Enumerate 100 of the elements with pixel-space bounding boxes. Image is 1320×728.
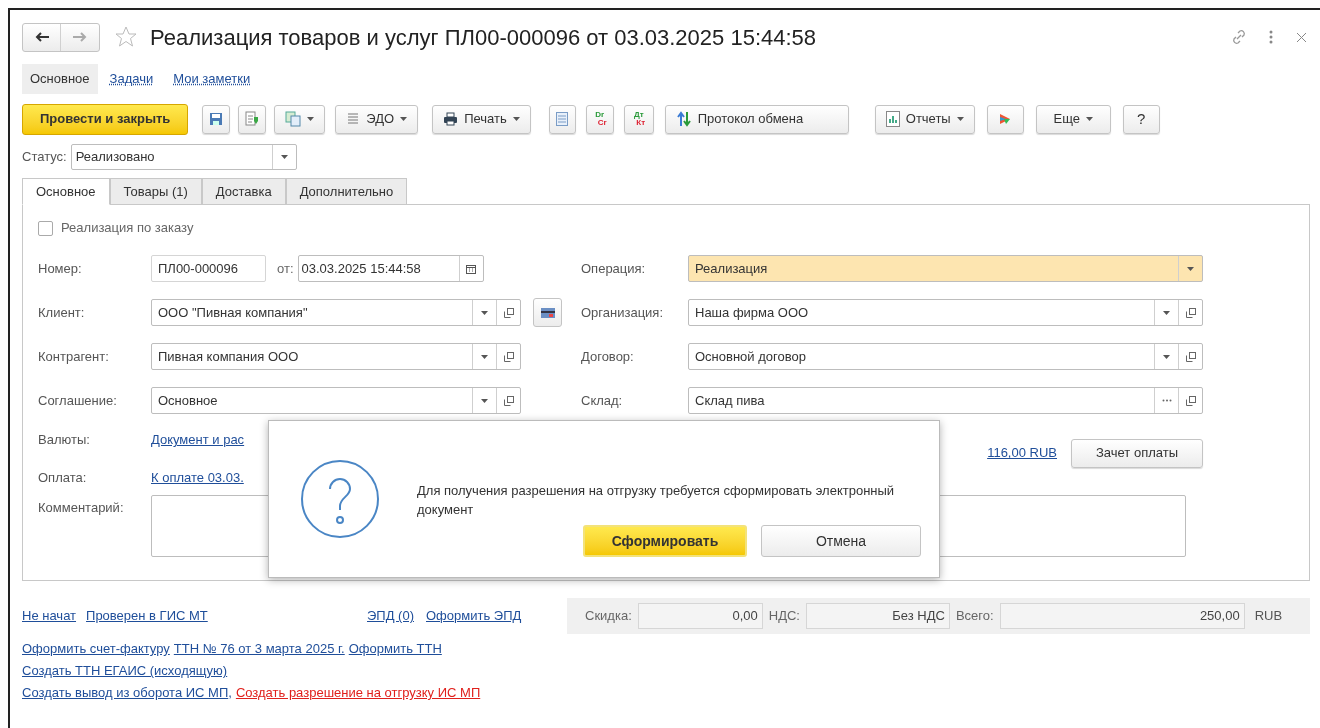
select-field[interactable]: ООО "Пивная компания" xyxy=(151,299,521,326)
open-icon xyxy=(503,395,514,406)
action-link[interactable]: Создать ТТН ЕГАИС (исходящую) xyxy=(22,662,228,679)
field-label: Организация: xyxy=(581,303,665,322)
field-value: 03.03.2025 15:44:58 xyxy=(300,259,422,278)
number-field[interactable]: ПЛ00-000096 xyxy=(151,255,266,282)
select-field[interactable]: Склад пива xyxy=(688,387,1203,414)
list-button[interactable] xyxy=(548,104,576,134)
card-icon xyxy=(540,307,555,318)
caret-icon xyxy=(956,117,964,121)
caret-icon xyxy=(481,354,488,359)
select-field[interactable]: Пивная компания ООО xyxy=(151,343,521,370)
nav-tab[interactable]: Мои заметки xyxy=(165,64,259,94)
dialog-message: Для получения разрешения на отгрузку требуется сформировать электронный документ xyxy=(417,482,896,519)
checkbox[interactable] xyxy=(38,220,53,236)
form-tab[interactable]: Доставка xyxy=(201,178,286,205)
caret-icon xyxy=(512,117,520,121)
select-field[interactable]: Реализация xyxy=(688,255,1203,282)
list-icon xyxy=(556,112,569,126)
help-button[interactable]: ? xyxy=(1122,104,1160,134)
card-button[interactable] xyxy=(533,298,562,327)
checkbox-label: Реализация по заказу xyxy=(61,219,194,238)
field-value: ООО "Пивная компания" xyxy=(157,303,309,322)
print-button[interactable]: Печать xyxy=(432,104,531,134)
status-field[interactable]: Реализовано xyxy=(70,144,297,170)
field-value: Склад пива xyxy=(694,391,766,410)
field-value: ПЛ00-000096 xyxy=(158,259,239,278)
payment-link[interactable]: К оплате 03.03. xyxy=(151,468,244,488)
more-vertical-icon[interactable] xyxy=(1269,30,1273,44)
launch-button[interactable] xyxy=(986,104,1024,134)
field-label: Операция: xyxy=(581,259,647,278)
dr-cr-icon: Dr Cr xyxy=(592,111,607,127)
open-icon xyxy=(1185,307,1196,318)
status-link[interactable]: Проверен в ГИС МТ xyxy=(86,606,208,626)
action-link[interactable]: Оформить ТТН xyxy=(348,640,442,657)
form-tab[interactable]: Товары (1) xyxy=(109,178,202,205)
offset-payment-button[interactable]: Зачет оплаты xyxy=(1071,438,1203,468)
create-based-button[interactable] xyxy=(274,104,326,134)
calendar-icon xyxy=(466,263,476,274)
field-value: Основной договор xyxy=(694,347,807,366)
total-label: Всего: xyxy=(955,607,994,626)
action-link[interactable]: ТТН № 76 от 3 марта 2025 г. xyxy=(173,640,345,657)
total-label: НДС: xyxy=(768,607,800,626)
caret-icon xyxy=(1163,354,1170,359)
status-link[interactable]: Не начат xyxy=(22,606,77,626)
field-value: Реализовано xyxy=(74,148,156,167)
form-tab[interactable]: Дополнительно xyxy=(285,178,408,205)
dt-kt-button[interactable]: Дт Кт xyxy=(623,104,654,134)
link-icon[interactable] xyxy=(1231,29,1247,45)
close-icon[interactable] xyxy=(1297,32,1306,42)
currency-label: RUB xyxy=(1254,607,1283,626)
epd-link[interactable]: Оформить ЭПД xyxy=(426,606,522,626)
nav-tab[interactable]: Задачи xyxy=(101,64,162,94)
amount-link[interactable]: 116,00 RUB xyxy=(987,443,1057,463)
field-value: Наша фирма ООО xyxy=(694,303,810,322)
total-value: Без НДС xyxy=(892,607,945,626)
field-value: Основное xyxy=(157,391,219,410)
field-label: Контрагент: xyxy=(38,347,110,366)
dialog-button[interactable]: Сформировать xyxy=(583,525,747,557)
save-button[interactable] xyxy=(202,104,231,134)
field-value: Реализация xyxy=(694,259,769,278)
reports-button[interactable]: Отчеты xyxy=(874,104,975,134)
select-field[interactable]: Основной договор xyxy=(688,343,1203,370)
window-title: Реализация товаров и услуг ПЛ00-000096 от 03.03.2025 15:44:58 xyxy=(150,23,817,52)
open-icon xyxy=(1185,351,1196,362)
open-icon xyxy=(503,351,514,362)
total-label: Скидка: xyxy=(585,607,632,626)
dr-cr-button[interactable]: Dr Cr xyxy=(585,104,614,134)
field-label: Валюты: xyxy=(38,431,91,450)
currencies-link[interactable]: Документ и рас xyxy=(151,430,245,450)
dt-kt-icon: Дт Кт xyxy=(632,111,646,127)
dialog-button[interactable]: Отмена xyxy=(761,525,921,557)
save-icon xyxy=(209,112,224,126)
caret-icon xyxy=(280,155,288,159)
more-button[interactable]: Еще xyxy=(1035,104,1111,134)
document-arrow-icon xyxy=(244,111,261,127)
field-value: Пивная компания ООО xyxy=(157,347,300,366)
ellipsis-icon xyxy=(1161,399,1172,402)
star-icon[interactable] xyxy=(114,25,138,49)
comma: , xyxy=(228,684,232,701)
total-value: 250,00 xyxy=(1199,607,1240,626)
post-and-close-button[interactable]: Провести и закрыть xyxy=(22,103,189,135)
select-field[interactable]: Наша фирма ООО xyxy=(688,299,1203,326)
field-label: Номер: xyxy=(38,259,83,278)
action-link[interactable]: Создать разрешение на отгрузку ИС МП xyxy=(235,684,481,701)
triangles-icon xyxy=(998,112,1013,126)
select-field[interactable]: Основное xyxy=(151,387,521,414)
status-label: Статус: xyxy=(22,148,67,167)
up-down-arrows-icon xyxy=(675,111,692,127)
document-button[interactable] xyxy=(238,104,267,134)
exchange-log-button[interactable]: Протокол обмена xyxy=(664,104,849,134)
edo-button[interactable]: ЭДО xyxy=(335,104,419,134)
caret-icon xyxy=(481,398,488,403)
nav-tab[interactable]: Основное xyxy=(22,64,98,94)
caret-icon xyxy=(400,117,408,121)
caret-icon xyxy=(1085,117,1093,121)
form-tab[interactable]: Основное xyxy=(22,178,110,205)
date-field[interactable]: 03.03.2025 15:44:58 xyxy=(297,255,484,282)
action-link[interactable]: Оформить счет-фактуру xyxy=(22,640,170,657)
epd-link[interactable]: ЭПД (0) xyxy=(367,606,414,626)
